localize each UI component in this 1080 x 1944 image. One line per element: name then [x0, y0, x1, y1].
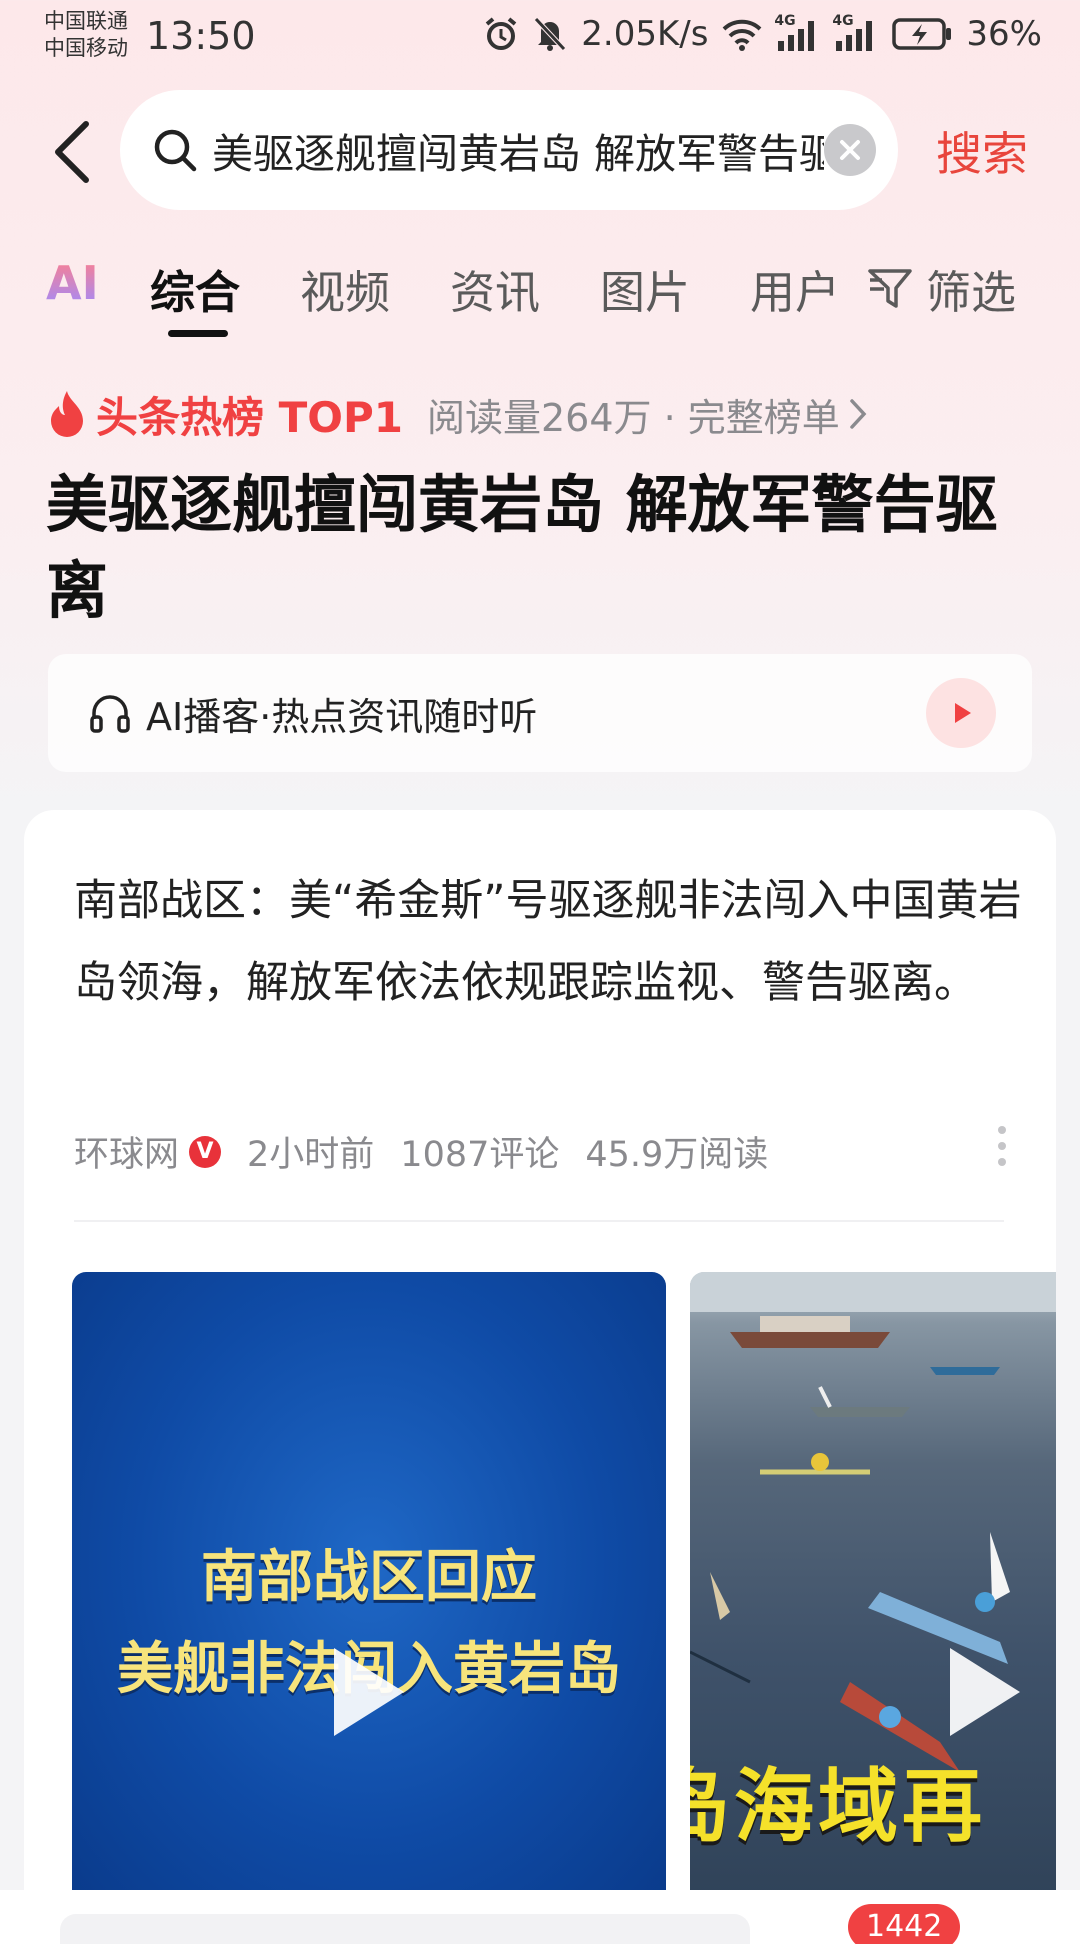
search-query[interactable]: 美驱逐舰擅闯黄岩岛 解放军警告驱离: [212, 120, 824, 180]
tab-images[interactable]: 图片: [600, 256, 690, 321]
hot-rank-row[interactable]: 头条热榜 TOP1 阅读量264万 · 完整榜单: [46, 384, 868, 444]
network-speed: 2.05K/s: [581, 14, 709, 54]
category-tabs: AI 综合 视频 资讯 图片 用户 筛选: [0, 248, 1080, 338]
carrier-2: 中国移动: [44, 36, 128, 60]
ai-podcast-bar[interactable]: AI播客·热点资讯随时听: [48, 654, 1032, 772]
tab-ai[interactable]: AI: [46, 256, 99, 310]
hot-rank-meta[interactable]: 阅读量264万 · 完整榜单: [427, 387, 840, 442]
video-thumbnail-1[interactable]: 南部战区回应 美舰非法闯入黄岩岛: [72, 1272, 666, 1912]
back-button[interactable]: [44, 110, 100, 194]
video-1-caption-line-1: 南部战区回应: [201, 1545, 537, 1610]
hot-rank-label: 头条热榜 TOP1: [96, 392, 403, 442]
more-options-button[interactable]: [998, 1126, 1006, 1166]
article-reads: 45.9万阅读: [585, 1135, 769, 1175]
comment-count-badge[interactable]: 1442: [848, 1904, 961, 1944]
alarm-icon: [485, 17, 517, 50]
status-bar: 中国联通 中国移动 13:50 2.05K/s 4G 4G 36%: [0, 0, 1080, 80]
search-icon: [154, 129, 197, 172]
search-submit-button[interactable]: 搜索: [936, 118, 1028, 184]
podcast-play-button[interactable]: [926, 678, 996, 748]
article-source[interactable]: 环球网: [74, 1126, 179, 1177]
video-2-caption: 岛海域再: [690, 1760, 986, 1853]
network-type-1: 4G: [774, 13, 796, 29]
article-card[interactable]: 南部战区：美“希金斯”号驱逐舰非法闯入中国黄岩岛领海，解放军依法依规跟踪监视、警…: [24, 810, 1056, 1944]
network-type-2: 4G: [832, 13, 854, 29]
more-dot-icon: [998, 1158, 1006, 1166]
tab-video[interactable]: 视频: [300, 256, 390, 321]
search-input[interactable]: 美驱逐舰擅闯黄岩岛 解放军警告驱离: [120, 90, 898, 210]
tab-news[interactable]: 资讯: [450, 256, 540, 321]
tab-all[interactable]: 综合: [150, 256, 240, 321]
video-play-icon[interactable]: [334, 1648, 404, 1736]
verified-badge: V: [189, 1135, 222, 1168]
hot-headline[interactable]: 美驱逐舰擅闯黄岩岛 解放军警告驱离: [46, 462, 1006, 634]
article-comments: 1087评论: [400, 1135, 560, 1175]
filter-label: 筛选: [926, 266, 1017, 319]
filter-icon: [868, 268, 912, 308]
close-icon: [840, 140, 860, 160]
tab-users[interactable]: 用户: [750, 256, 840, 321]
status-time: 13:50: [146, 14, 256, 58]
filter-button[interactable]: 筛选: [868, 256, 1016, 321]
divider: [74, 1220, 1004, 1222]
video-play-icon[interactable]: [950, 1648, 1020, 1736]
carrier-info: 中国联通 中国移动: [44, 8, 128, 62]
more-dot-icon: [998, 1142, 1006, 1150]
play-icon: [955, 703, 971, 723]
article-title[interactable]: 南部战区：美“希金斯”号驱逐舰非法闯入中国黄岩岛领海，解放军依法依规跟踪监视、警…: [74, 860, 1024, 1024]
article-meta: 环球网 V 2小时前 1087评论 45.9万阅读: [74, 1126, 794, 1177]
mute-bell-icon: [534, 17, 567, 51]
flame-icon: [51, 391, 83, 437]
battery-level: 36%: [966, 14, 1042, 54]
headphones-icon: [90, 695, 130, 733]
status-icons: 2.05K/s 4G 4G 36%: [483, 13, 1042, 54]
carrier-1: 中国联通: [44, 9, 128, 33]
wifi-icon: [723, 19, 762, 51]
chevron-left-icon: [55, 121, 89, 183]
chevron-right-icon: [850, 399, 867, 429]
article-time: 2小时前: [247, 1135, 375, 1175]
clear-search-button[interactable]: [824, 124, 876, 176]
video-thumbnail-2[interactable]: 岛海域再: [690, 1272, 1056, 1912]
active-tab-indicator: [168, 330, 228, 337]
comment-input[interactable]: [60, 1914, 750, 1944]
battery-charging-icon: [892, 18, 952, 50]
bottom-comment-bar: 1442: [0, 1890, 1080, 1944]
podcast-label: AI播客·热点资讯随时听: [146, 694, 538, 739]
more-dot-icon: [998, 1126, 1006, 1134]
